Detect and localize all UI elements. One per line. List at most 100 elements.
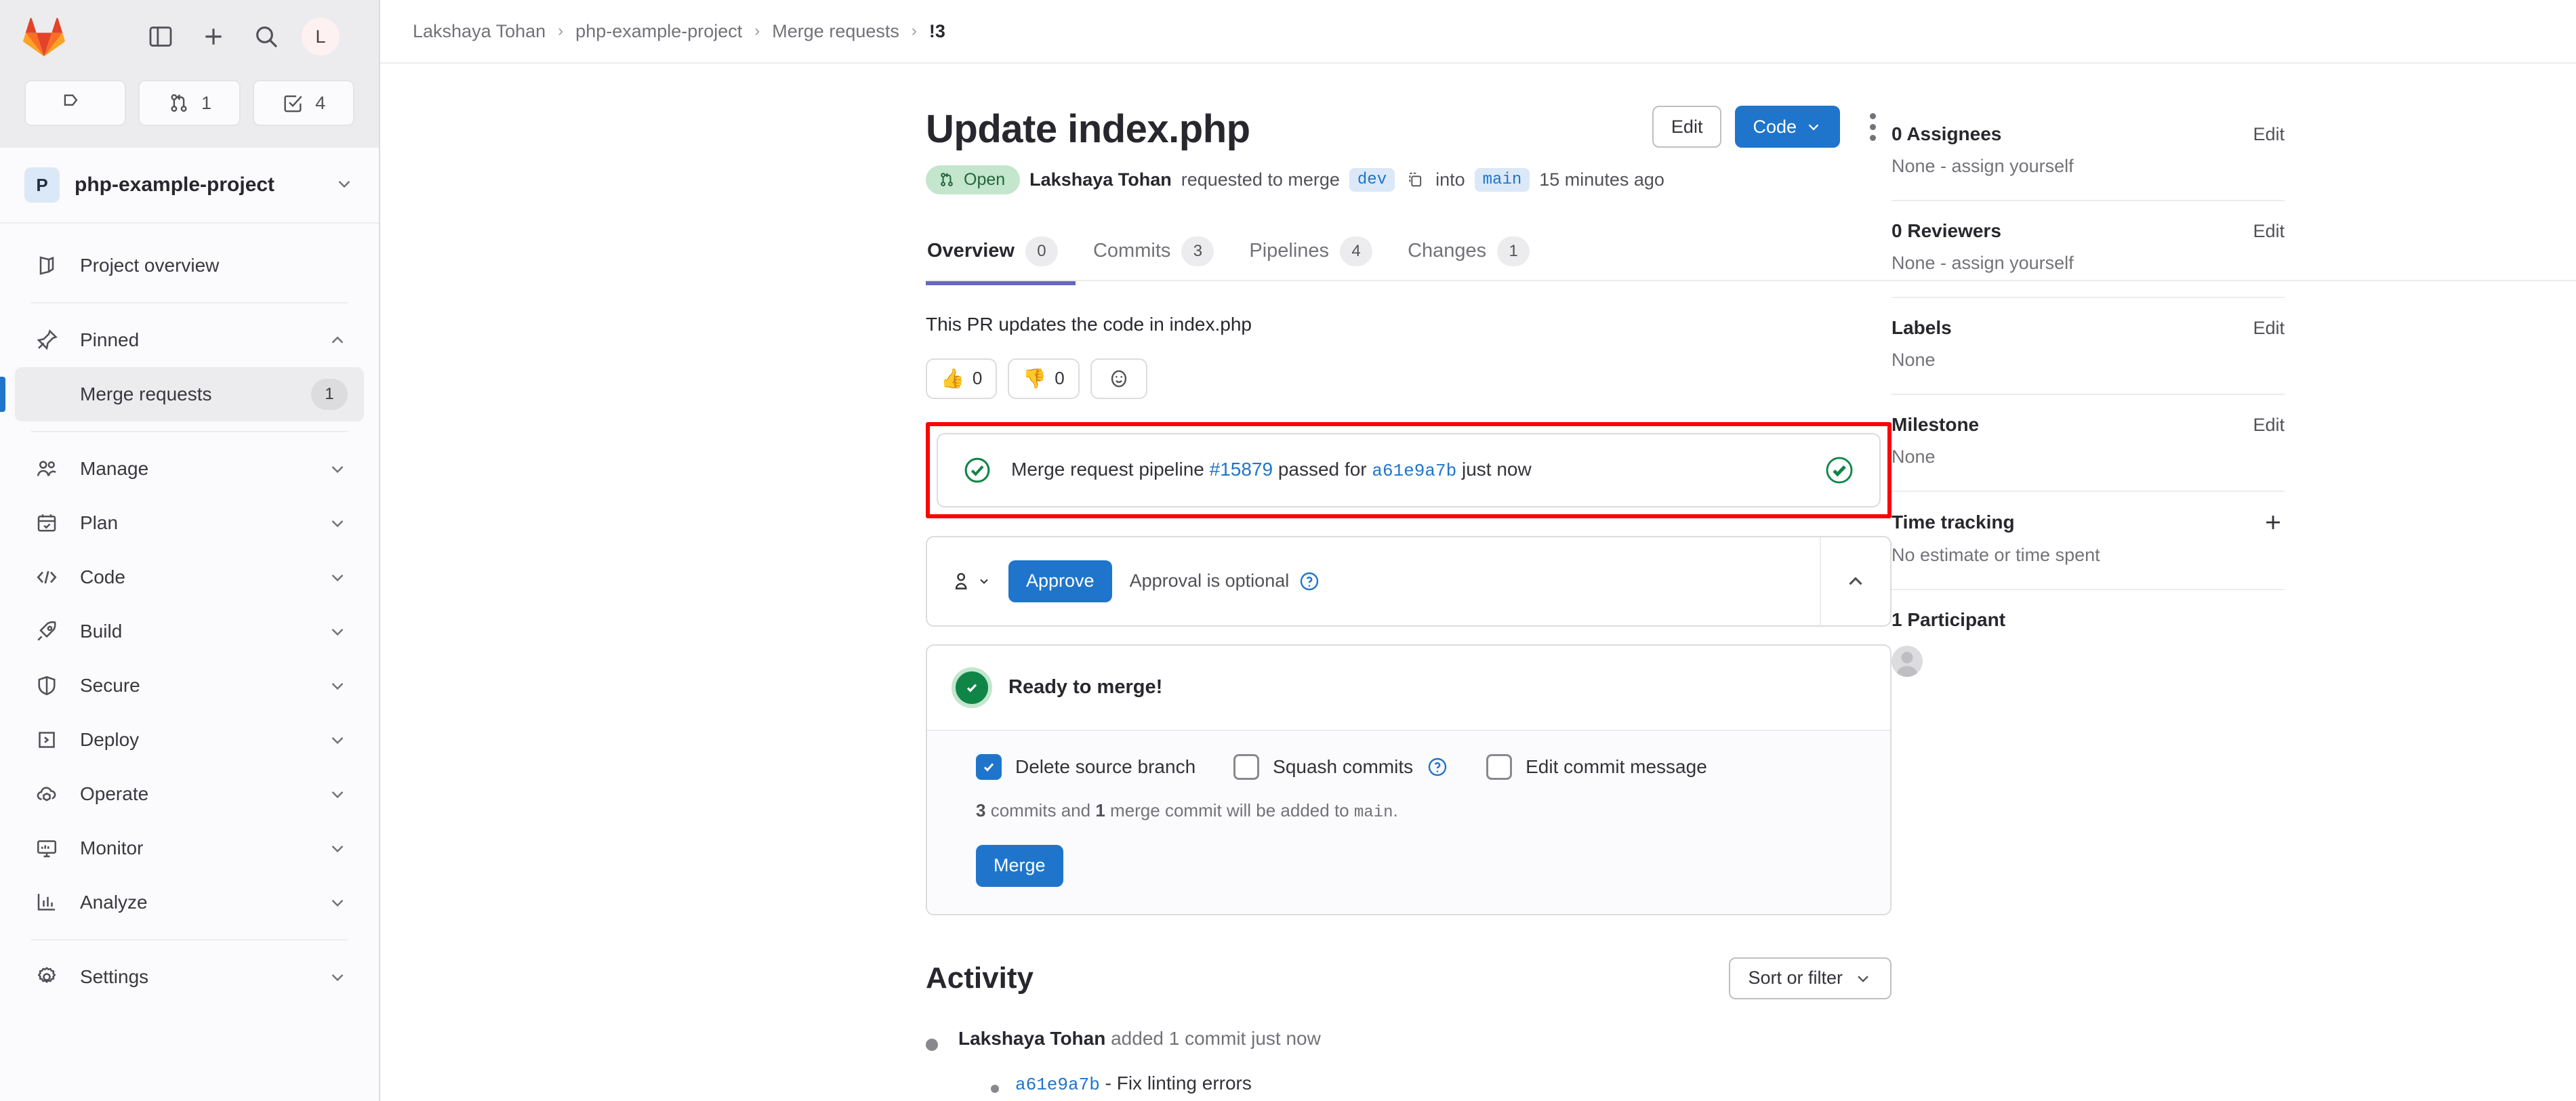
approvers-avatar-icon[interactable] (952, 570, 991, 593)
chevron-down-icon[interactable] (334, 173, 354, 197)
merge-widget: Ready to merge! Delete source branch Squ… (926, 644, 1892, 915)
avatar[interactable] (1892, 646, 1923, 677)
issues-count-pill[interactable] (24, 80, 127, 126)
chevron-down-icon[interactable] (327, 784, 348, 804)
add-reaction-button[interactable] (1090, 358, 1147, 399)
pin-icon (31, 328, 62, 352)
section-value[interactable]: None - assign yourself (1892, 156, 2285, 177)
kebab-menu-icon[interactable] (1854, 106, 1892, 148)
tab-count: 4 (1340, 236, 1373, 266)
sidebar-item-pinned[interactable]: Pinned (15, 313, 364, 367)
merge-request-tabs: Overview 0 Commits 3 Pipelines 4 Changes… (926, 224, 2576, 285)
chevron-down-icon[interactable] (327, 621, 348, 642)
sidebar-section-time-tracking: Time tracking No estimate or time spent (1892, 492, 2285, 590)
chevron-down-icon[interactable] (327, 967, 348, 987)
chevron-up-icon[interactable] (327, 330, 348, 350)
merge-requests-count-pill[interactable]: 1 (138, 80, 241, 126)
commit-sub-item: a61e9a7b - Fix linting errors (991, 1073, 1321, 1095)
status-badge-label: Open (964, 169, 1006, 189)
sidebar-toggle-icon[interactable] (143, 19, 178, 54)
question-circle-icon[interactable] (1427, 756, 1448, 778)
chevron-down-icon (1854, 969, 1873, 988)
sidebar-item-merge-requests[interactable]: Merge requests 1 (15, 367, 364, 421)
merge-button[interactable]: Merge (976, 844, 1063, 887)
tab-count: 1 (1497, 236, 1530, 266)
project-overview-icon (31, 253, 62, 278)
add-time-estimate-icon[interactable] (2262, 511, 2285, 534)
approval-note: Approval is optional (1130, 570, 1321, 592)
chevron-down-icon[interactable] (327, 676, 348, 696)
delete-source-branch-checkbox[interactable]: Delete source branch (976, 753, 1195, 780)
sort-or-filter-button[interactable]: Sort or filter (1729, 957, 1892, 999)
tab-label: Commits (1092, 240, 1171, 262)
sidebar-item-settings[interactable]: Settings (15, 950, 364, 1004)
project-switcher[interactable]: P php-example-project (0, 148, 379, 224)
sidebar-item-manage[interactable]: Manage (15, 442, 364, 496)
sidebar-item-plan[interactable]: Plan (15, 496, 364, 550)
section-value[interactable]: None - assign yourself (1892, 253, 2285, 274)
thumbsup-icon: 👍 (941, 367, 964, 389)
gitlab-tanuki-logo[interactable] (23, 16, 65, 57)
thumbsdown-reaction[interactable]: 👎 0 (1008, 358, 1080, 399)
chevron-down-icon[interactable] (327, 459, 348, 479)
commit-sha-link[interactable]: a61e9a7b (1015, 1075, 1100, 1095)
sidebar-item-deploy[interactable]: Deploy (15, 713, 364, 767)
mr-author[interactable]: Lakshaya Tohan (1029, 169, 1172, 190)
approval-collapse-button[interactable] (1820, 537, 1890, 625)
thumbsup-reaction[interactable]: 👍 0 (926, 358, 998, 399)
project-name: php-example-project (75, 173, 275, 196)
edit-milestone-link[interactable]: Edit (2253, 415, 2285, 436)
pipeline-id-link[interactable]: #15879 (1210, 459, 1273, 480)
chevron-down-icon[interactable] (327, 892, 348, 913)
question-circle-icon[interactable] (1299, 570, 1320, 592)
copy-branch-icon[interactable] (1406, 170, 1425, 189)
sidebar-item-operate[interactable]: Operate (15, 767, 364, 821)
sidebar-item-project-overview[interactable]: Project overview (15, 238, 364, 293)
chevron-down-icon[interactable] (327, 513, 348, 533)
sidebar-item-secure[interactable]: Secure (15, 659, 364, 713)
edit-commit-message-checkbox[interactable]: Edit commit message (1486, 753, 1707, 780)
issues-icon (64, 94, 78, 106)
plus-icon[interactable] (196, 19, 231, 54)
todos-count-pill[interactable]: 4 (252, 80, 354, 126)
thumbsdown-icon: 👎 (1023, 367, 1047, 389)
sidebar-item-build[interactable]: Build (15, 604, 364, 659)
edit-reviewers-link[interactable]: Edit (2253, 221, 2285, 242)
sidebar-item-code[interactable]: Code (15, 550, 364, 604)
avatar[interactable]: L (302, 18, 340, 56)
breadcrumb-item-current[interactable]: !3 (929, 21, 945, 42)
squash-commits-checkbox[interactable]: Squash commits (1233, 753, 1448, 780)
tab-pipelines[interactable]: Pipelines 4 (1231, 228, 1390, 285)
breadcrumb-item-group[interactable]: Lakshaya Tohan (413, 21, 546, 42)
chevron-down-icon[interactable] (327, 730, 348, 750)
search-icon[interactable] (249, 19, 284, 54)
sidebar-item-analyze[interactable]: Analyze (15, 875, 364, 930)
sidebar-item-monitor[interactable]: Monitor (15, 821, 364, 875)
edit-button[interactable]: Edit (1652, 106, 1722, 148)
code-button[interactable]: Code (1735, 106, 1840, 148)
chevron-down-icon[interactable] (327, 567, 348, 587)
sidebar-item-label: Analyze (80, 892, 148, 913)
activity-author[interactable]: Lakshaya Tohan (958, 1028, 1105, 1049)
commit-sha-link[interactable]: a61e9a7b (1372, 461, 1456, 481)
tab-changes[interactable]: Changes 1 (1390, 228, 1547, 285)
commit-separator: - (1105, 1072, 1111, 1094)
tab-commits[interactable]: Commits 3 (1076, 228, 1231, 285)
sidebar-item-label: Settings (80, 966, 149, 987)
edit-labels-link[interactable]: Edit (2253, 318, 2285, 339)
breadcrumb-item-project[interactable]: php-example-project (575, 21, 742, 42)
pipeline-widget: Merge request pipeline #15879 passed for… (937, 432, 1881, 507)
pipeline-right-status-icon[interactable] (1824, 455, 1855, 486)
code-button-label: Code (1753, 116, 1797, 137)
target-branch-chip[interactable]: main (1474, 167, 1530, 192)
tab-overview[interactable]: Overview 0 (926, 228, 1076, 285)
edit-assignees-link[interactable]: Edit (2253, 124, 2285, 145)
merge-commit-count: 1 (1095, 799, 1105, 820)
chevron-down-icon[interactable] (327, 838, 348, 858)
bullet-icon (926, 1038, 938, 1051)
merge-request-meta: Open Lakshaya Tohan requested to merge d… (926, 165, 1892, 194)
sidebar-item-label: Deploy (80, 729, 140, 750)
approve-button[interactable]: Approve (1008, 560, 1112, 602)
breadcrumb-item-merge-requests[interactable]: Merge requests (772, 21, 899, 42)
source-branch-chip[interactable]: dev (1349, 167, 1395, 192)
